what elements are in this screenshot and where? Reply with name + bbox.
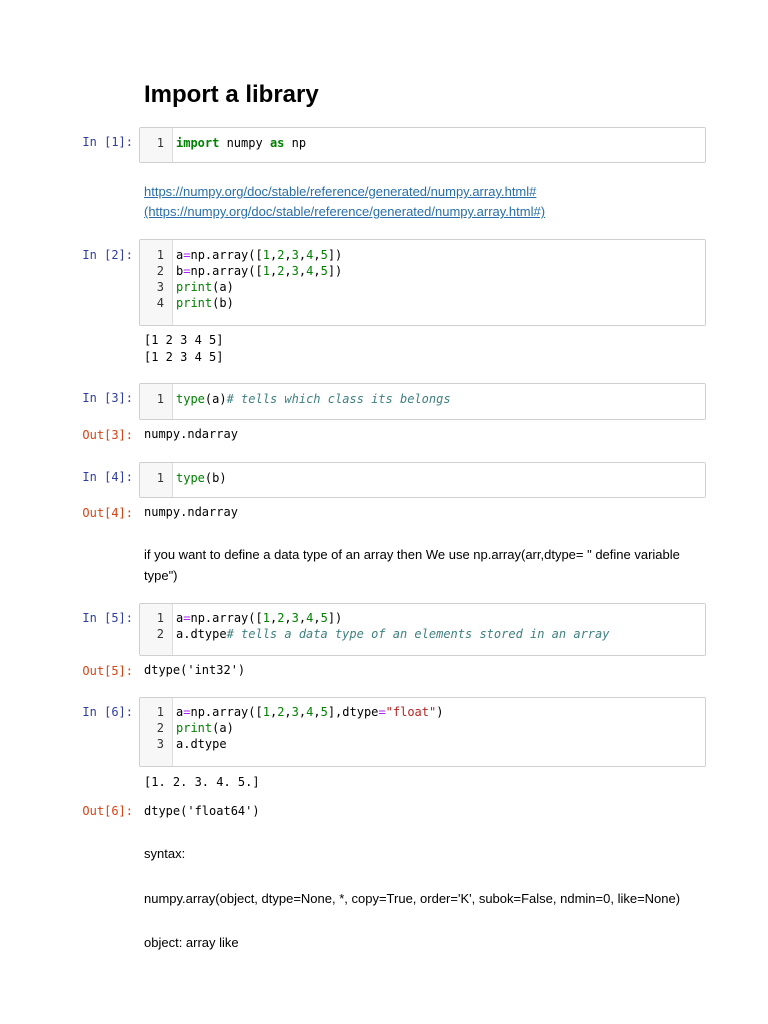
object-param-description: object: array like [144, 935, 239, 950]
code-line: 1 a=np.array([1,2,3,4,5],dtype="float") [156, 705, 444, 719]
array-signature-text: numpy.array(object, dtype=None, *, copy=… [144, 891, 681, 906]
code-line: 1 type(a)# tells which class its belongs [156, 392, 451, 406]
code-cell-1[interactable]: 1 import numpy as np [139, 127, 706, 163]
code-line: 1 a=np.array([1,2,3,4,5]) [156, 611, 343, 625]
result-output-6: dtype('float64') [144, 804, 260, 818]
input-prompt-5: In [5]: [82, 611, 133, 625]
code-line: 3 print(a) [156, 280, 234, 294]
input-prompt-2: In [2]: [82, 248, 133, 262]
output-prompt-6: Out[6]: [82, 804, 133, 818]
result-output-5: dtype('int32') [144, 663, 246, 677]
result-output-3: numpy.ndarray [144, 427, 238, 441]
syntax-label: syntax: [144, 846, 186, 861]
code-line: 3 a.dtype [156, 737, 227, 751]
code-line: 2 b=np.array([1,2,3,4,5]) [156, 264, 343, 278]
result-output-4: numpy.ndarray [144, 505, 238, 519]
input-prompt-6: In [6]: [82, 705, 133, 719]
documentation-link-block: https://numpy.org/doc/stable/reference/g… [144, 182, 704, 222]
code-cell-6[interactable]: 1 a=np.array([1,2,3,4,5],dtype="float") 2… [139, 697, 706, 767]
code-line: 4 print(b) [156, 296, 234, 310]
output-prompt-4: Out[4]: [82, 506, 133, 520]
code-line: 1 a=np.array([1,2,3,4,5]) [156, 248, 343, 262]
input-prompt-3: In [3]: [82, 391, 133, 405]
stdout-output-6: [1. 2. 3. 4. 5.] [144, 775, 260, 789]
code-line: 1 import numpy as np [156, 136, 307, 150]
code-cell-2[interactable]: 1 a=np.array([1,2,3,4,5]) 2 b=np.array([1,… [139, 239, 706, 326]
code-line: 2 print(a) [156, 721, 234, 735]
numpy-array-doc-link-paren[interactable]: (https://numpy.org/doc/stable/reference/… [144, 204, 545, 219]
code-line: 2 a.dtype# tells a data type of an elemen… [156, 627, 610, 641]
input-prompt-4: In [4]: [82, 470, 133, 484]
code-cell-3[interactable]: 1 type(a)# tells which class its belongs [139, 383, 706, 420]
numpy-array-doc-link[interactable]: https://numpy.org/doc/stable/reference/g… [144, 184, 536, 199]
code-cell-5[interactable]: 1 a=np.array([1,2,3,4,5]) 2 a.dtype# tells… [139, 603, 706, 656]
notebook-heading: Import a library [144, 81, 319, 108]
output-prompt-3: Out[3]: [82, 428, 133, 442]
dtype-note-text: if you want to define a data type of an … [144, 547, 680, 583]
output-prompt-5: Out[5]: [82, 664, 133, 678]
input-prompt-1: In [1]: [82, 135, 133, 149]
stdout-output-2: [1 2 3 4 5] [1 2 3 4 5] [144, 333, 224, 364]
code-line: 1 type(b) [156, 471, 227, 485]
code-cell-4[interactable]: 1 type(b) [139, 462, 706, 498]
